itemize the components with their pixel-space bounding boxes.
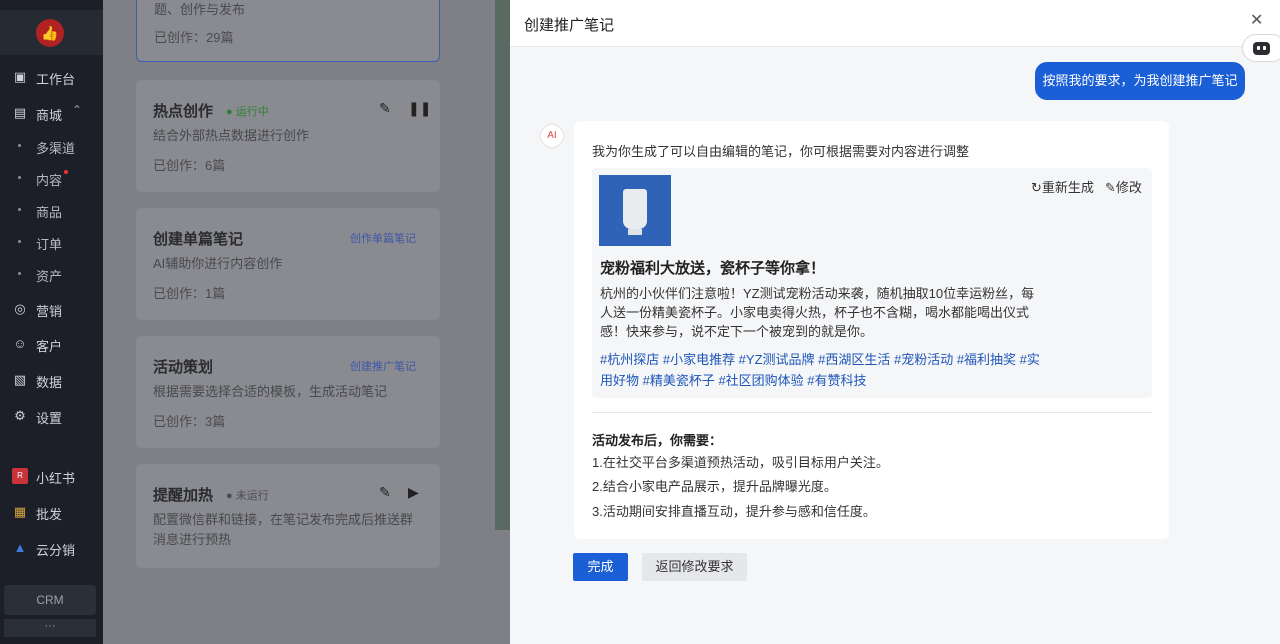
sidebar-item-cloud-distribution[interactable]: ▲ 云分销 — [0, 537, 103, 561]
template-card[interactable]: 提醒加热 ● 未运行 ✎ ▶ 配置微信群和链接，在笔记发布完成后推送群消息进行预… — [136, 464, 440, 568]
divider — [592, 412, 1152, 413]
refresh-icon: ↻ — [1031, 180, 1042, 195]
settings-icon: ⚙ — [14, 408, 26, 423]
customer-icon: ☺ — [13, 336, 27, 351]
crm-button[interactable]: CRM — [4, 585, 96, 615]
sidebar-item-workbench[interactable]: ▣ 工作台 — [0, 66, 103, 90]
more-button[interactable]: ··· — [4, 619, 96, 637]
xiaohongshu-icon: R — [12, 468, 28, 484]
cup-base — [628, 229, 642, 235]
card-title: 创建单篇笔记 — [153, 231, 244, 248]
edit-icon[interactable]: ✎ — [379, 484, 391, 501]
card-tag[interactable]: 创建推广笔记 — [350, 358, 416, 374]
notification-dot — [64, 170, 68, 174]
template-card[interactable]: 创建单篇笔记 创作单篇笔记 AI辅助你进行内容创作 已创作：1篇 — [136, 208, 440, 320]
back-to-edit-button[interactable]: 返回修改要求 — [642, 553, 747, 581]
sidebar-item-marketing[interactable]: ◎ 营销 — [0, 298, 103, 322]
status-label: 运行中 — [235, 106, 269, 118]
status-label: 未运行 — [235, 490, 269, 502]
thumbs-up-icon[interactable]: 👍 — [36, 19, 64, 47]
assistant-bot-button[interactable] — [1242, 34, 1280, 62]
sidebar: 👍 ▣ 工作台 ▤ 商城 ⌃ 多渠道 内容 商品 订单 资产 ◎ 营销 ☺ 客户… — [0, 0, 103, 644]
done-button[interactable]: 完成 — [573, 553, 628, 581]
preview-strip — [495, 0, 510, 530]
sidebar-item-store[interactable]: ▤ 商城 ⌃ — [0, 102, 103, 126]
status-badge: ● 运行中 — [226, 106, 269, 118]
cup-shape — [623, 189, 647, 229]
note-title: 宠粉福利大放送，瓷杯子等你拿！ — [600, 260, 826, 277]
bullet — [18, 272, 21, 275]
card-count: 已创作：29篇 — [154, 30, 234, 45]
robot-icon — [1253, 42, 1270, 55]
card-description: 题、创作与发布 — [154, 2, 246, 17]
note-tags: #杭州探店 #小家电推荐 #YZ测试品牌 #西湖区生活 #宠粉活动 #福利抽奖 … — [600, 352, 1040, 388]
chevron-up-icon: ⌃ — [72, 103, 83, 117]
ai-intro-text: 我为你生成了可以自由编辑的笔记，你可根据需要对内容进行调整 — [592, 144, 970, 159]
data-icon: ▧ — [13, 372, 27, 387]
card-count: 已创作：6篇 — [153, 158, 226, 173]
sidebar-sub-item[interactable]: 订单 — [0, 231, 103, 253]
regenerate-button[interactable]: ↻重新生成 — [1031, 177, 1094, 196]
edit-label: 修改 — [1115, 180, 1142, 195]
card-count: 已创作：1篇 — [153, 286, 226, 301]
card-title: 提醒加热 — [153, 487, 214, 504]
panel-title: 创建推广笔记 — [524, 17, 615, 34]
bullet — [18, 144, 21, 147]
ai-response-card: 我为你生成了可以自由编辑的笔记，你可根据需要对内容进行调整 ↻重新生成 ✎修改 … — [574, 121, 1169, 539]
card-description: AI辅助你进行内容创作 — [153, 256, 283, 271]
card-title: 活动策划 — [153, 359, 214, 376]
generated-note: ↻重新生成 ✎修改 宠粉福利大放送，瓷杯子等你拿！ 杭州的小伙伴们注意啦！YZ测… — [592, 168, 1152, 398]
card-count: 已创作：3篇 — [153, 414, 226, 429]
template-card[interactable]: 热点创作 ● 运行中 ✎ ❚❚ 结合外部热点数据进行创作 已创作：6篇 — [136, 80, 440, 192]
after-publish-item: 3.活动期间安排直播互动，提升参与感和信任度。 — [592, 504, 876, 519]
sidebar-sub-item[interactable]: 多渠道 — [0, 135, 103, 157]
sidebar-item-xiaohongshu[interactable]: R 小红书 — [0, 465, 103, 489]
card-title: 热点创作 — [153, 103, 214, 120]
note-cover-image[interactable] — [599, 175, 671, 246]
workbench-icon: ▣ — [13, 69, 27, 84]
after-publish-item: 1.在社交平台多渠道预热活动，吸引目标用户关注。 — [592, 455, 889, 470]
play-icon[interactable]: ▶ — [408, 484, 419, 501]
logo-area: 👍 — [0, 10, 103, 55]
bullet — [18, 208, 21, 211]
sidebar-item-wholesale[interactable]: ▦ 批发 — [0, 501, 103, 525]
after-publish-item: 2.结合小家电产品展示，提升品牌曝光度。 — [592, 479, 837, 494]
template-card[interactable]: 题、创作与发布 已创作：29篇 — [136, 0, 440, 62]
bullet — [18, 176, 21, 179]
ai-avatar-icon: AI — [540, 124, 564, 148]
template-card[interactable]: 活动策划 创建推广笔记 根据需要选择合适的模板，生成活动笔记 已创作：3篇 — [136, 336, 440, 448]
sidebar-item-customer[interactable]: ☺ 客户 — [0, 333, 103, 357]
wholesale-icon: ▦ — [13, 504, 27, 519]
status-badge: ● 未运行 — [226, 490, 269, 502]
card-description: 配置微信群和链接，在笔记发布完成后推送群消息进行预热 — [153, 512, 414, 547]
card-description: 根据需要选择合适的模板，生成活动笔记 — [153, 384, 388, 399]
card-description: 结合外部热点数据进行创作 — [153, 128, 310, 143]
sidebar-item-settings[interactable]: ⚙ 设置 — [0, 405, 103, 429]
cloud-distribution-icon: ▲ — [13, 540, 27, 555]
user-message-bubble: 按照我的要求，为我创建推广笔记 — [1035, 62, 1245, 100]
regenerate-label: 重新生成 — [1041, 180, 1094, 195]
after-publish-title: 活动发布后，你需要： — [592, 433, 723, 448]
marketing-icon: ◎ — [14, 301, 26, 316]
edit-note-button[interactable]: ✎修改 — [1105, 177, 1142, 196]
note-body: 杭州的小伙伴们注意啦！YZ测试宠粉活动来袭，随机抽取10位幸运粉丝，每人送一份精… — [600, 286, 1035, 339]
close-icon[interactable]: ✕ — [1250, 10, 1263, 30]
bullet — [18, 240, 21, 243]
sidebar-item-data[interactable]: ▧ 数据 — [0, 369, 103, 393]
sidebar-sub-item[interactable]: 商品 — [0, 199, 103, 221]
main-content: 题、创作与发布 已创作：29篇 热点创作 ● 运行中 ✎ ❚❚ 结合外部热点数据… — [103, 0, 510, 644]
store-icon: ▤ — [13, 105, 27, 120]
edit-icon: ✎ — [1105, 180, 1116, 195]
edit-icon[interactable]: ✎ — [379, 100, 391, 117]
panel-header: 创建推广笔记 ✕ — [510, 0, 1280, 47]
create-note-panel: 创建推广笔记 ✕ 按照我的要求，为我创建推广笔记 AI 我为你生成了可以自由编辑… — [510, 0, 1280, 644]
pause-icon[interactable]: ❚❚ — [408, 100, 431, 117]
sidebar-sub-item[interactable]: 内容 — [0, 167, 103, 189]
card-tag[interactable]: 创作单篇笔记 — [350, 230, 416, 246]
sidebar-sub-item[interactable]: 资产 — [0, 263, 103, 285]
